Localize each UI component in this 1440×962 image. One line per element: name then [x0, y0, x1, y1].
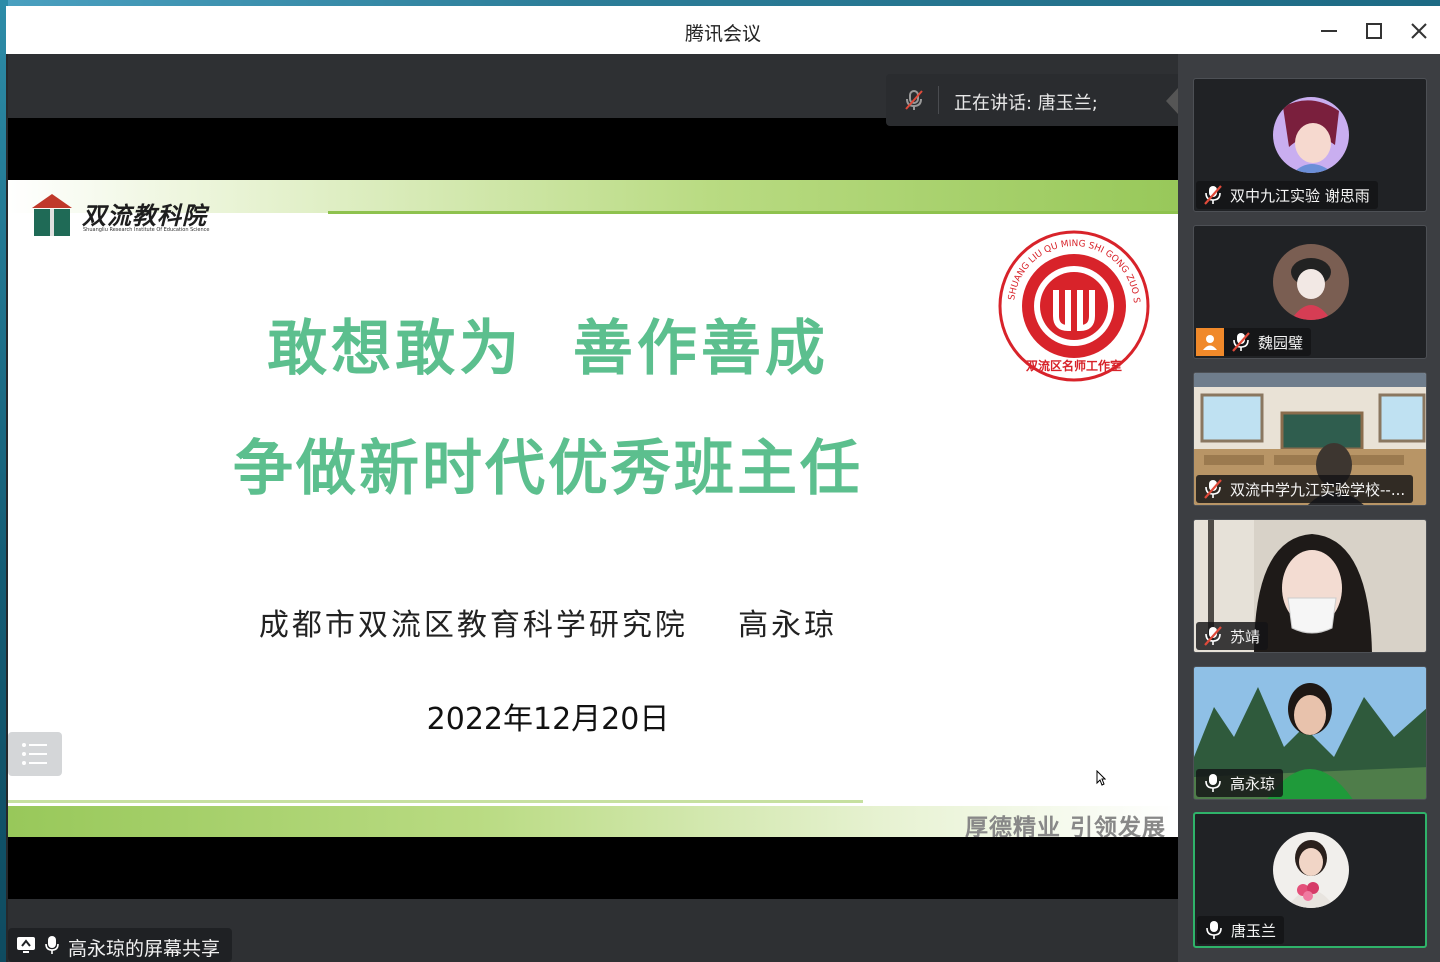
participant-tile[interactable]: 双流中学九江实验学校--...	[1193, 372, 1427, 506]
logo-subtitle: Shuangliu Research Institute Of Educatio…	[83, 227, 210, 233]
participant-name: 唐玉兰	[1231, 921, 1277, 940]
screen-share-label: 高永琼的屏幕共享	[8, 928, 232, 962]
participant-name: 魏园璧	[1258, 333, 1304, 352]
participant-name: 双流中学九江实验学校--...	[1230, 480, 1406, 499]
slide-bottom-line	[8, 800, 863, 803]
slide-motto: 厚德精业 引领发展	[964, 814, 1166, 837]
mic-muted-icon	[1232, 332, 1250, 352]
participant-label: 魏园璧	[1196, 328, 1312, 356]
slide-menu-button[interactable]	[8, 732, 62, 776]
meeting-window: 腾讯会议 双流教科院 Shuangliu Research Institute …	[6, 6, 1440, 962]
title-bar[interactable]: 腾讯会议	[6, 6, 1440, 54]
participant-name: 高永琼	[1230, 774, 1276, 793]
avatar	[1273, 832, 1349, 908]
speaking-separator	[938, 86, 939, 114]
mic-icon	[1206, 921, 1222, 939]
screen-share-icon	[17, 937, 35, 953]
speaking-text: 正在讲话: 唐玉兰;	[954, 93, 1098, 114]
participant-label: 高永琼	[1196, 769, 1284, 797]
avatar	[1273, 97, 1349, 173]
close-button[interactable]	[1404, 16, 1434, 46]
participant-tile[interactable]: 魏园璧	[1193, 225, 1427, 359]
slide-headline-line1: 敢想敢为 善作善成	[267, 314, 829, 384]
mouse-cursor-icon	[1096, 770, 1106, 786]
participant-tile[interactable]: 双中九江实验 谢思雨	[1193, 78, 1427, 212]
participant-label: 双中九江实验 谢思雨	[1196, 181, 1378, 209]
mic-icon	[45, 936, 59, 954]
mic-muted-icon	[1204, 626, 1222, 646]
avatar	[1273, 244, 1349, 320]
logo-title: 双流教科院	[82, 201, 207, 230]
slide-top-line	[328, 211, 1178, 214]
participant-label: 双流中学九江实验学校--...	[1196, 475, 1414, 503]
participant-tile[interactable]: 苏靖	[1193, 519, 1427, 653]
participant-list[interactable]: 双中九江实验 谢思雨 魏园璧 双流中学九江实验学校--... 苏靖 高永琼 唐玉…	[1178, 54, 1440, 962]
list-icon	[22, 743, 47, 765]
mic-muted-icon	[1204, 185, 1222, 205]
minimize-icon	[1321, 30, 1337, 32]
participant-tile-active[interactable]: 唐玉兰	[1193, 812, 1427, 948]
slide-date: 2022年12月20日	[426, 702, 670, 737]
host-badge	[1196, 328, 1224, 356]
screen-share-text: 高永琼的屏幕共享	[68, 938, 221, 960]
book-logo-icon	[32, 194, 72, 236]
participant-name: 双中九江实验 谢思雨	[1230, 186, 1370, 205]
maximize-icon	[1366, 23, 1382, 39]
shared-screen-area[interactable]: 双流教科院 Shuangliu Research Institute Of Ed…	[8, 54, 1252, 962]
mic-muted-icon	[1204, 479, 1222, 499]
letterbox-bottom	[8, 837, 1178, 899]
close-icon	[1411, 23, 1427, 39]
presentation-slide: 双流教科院 Shuangliu Research Institute Of Ed…	[8, 180, 1178, 837]
window-title: 腾讯会议	[684, 23, 761, 45]
mic-muted-icon	[905, 90, 923, 110]
participant-label: 苏靖	[1196, 622, 1269, 650]
participant-tile[interactable]: 高永琼	[1193, 666, 1427, 800]
slide-headline-line2: 争做新时代优秀班主任	[233, 434, 863, 504]
minimize-button[interactable]	[1314, 16, 1344, 46]
participant-label: 唐玉兰	[1197, 916, 1285, 944]
maximize-button[interactable]	[1359, 16, 1389, 46]
participant-name: 苏靖	[1230, 627, 1261, 646]
slide-author: 成都市双流区教育科学研究院 高永琼	[258, 608, 838, 643]
letterbox-top	[8, 118, 1178, 180]
mic-icon	[1205, 774, 1221, 792]
user-icon	[1203, 335, 1217, 350]
